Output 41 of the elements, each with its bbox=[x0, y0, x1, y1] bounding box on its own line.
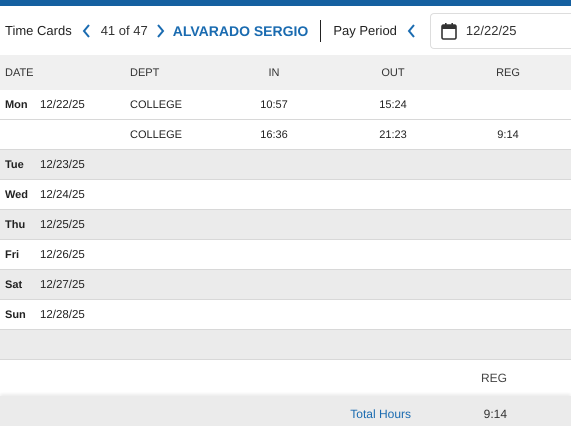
day-name: Mon bbox=[5, 98, 29, 110]
column-header: IN bbox=[268, 66, 280, 78]
page-title: Time Cards bbox=[5, 23, 72, 38]
previous-period-button[interactable] bbox=[406, 24, 416, 38]
chevron-left-icon bbox=[82, 24, 91, 38]
pay-period-label: Pay Period bbox=[333, 23, 397, 38]
time-out-cell-text: 21:23 bbox=[378, 128, 408, 140]
day-name: Sat bbox=[5, 278, 24, 290]
time-out-cell-text: 15:24 bbox=[378, 98, 408, 110]
date-cell-text: 12/23/25 bbox=[40, 158, 86, 170]
hours-cell-text: 9:14 bbox=[496, 128, 520, 140]
date-cell-text: 12/28/25 bbox=[40, 308, 86, 320]
next-button[interactable] bbox=[156, 24, 165, 38]
column-header: REG bbox=[495, 66, 521, 78]
day-name: Sun bbox=[5, 308, 27, 320]
date-cell-text: 12/25/25 bbox=[40, 218, 86, 230]
time-in-cell-text: 16:36 bbox=[259, 128, 289, 140]
day-name: Thu bbox=[5, 218, 26, 230]
day-name: Fri bbox=[5, 248, 20, 260]
day-name: Wed bbox=[5, 188, 30, 200]
previous-button[interactable] bbox=[82, 24, 91, 38]
date-cell-text: 12/22/25 bbox=[40, 98, 86, 110]
column-header: DATE bbox=[5, 66, 35, 78]
dept-cell-text: COLLEGE bbox=[130, 128, 183, 140]
time-in-cell-text: 10:57 bbox=[259, 98, 289, 110]
column-header: REG bbox=[480, 371, 507, 385]
record-counter: 41 of 47 bbox=[100, 23, 148, 38]
dept-cell-text: COLLEGE bbox=[130, 98, 183, 110]
date-field[interactable]: 12/22/25 bbox=[430, 12, 571, 48]
date-cell-text: 12/26/25 bbox=[40, 248, 86, 260]
calendar-icon bbox=[440, 22, 457, 40]
chevron-right-icon bbox=[156, 24, 165, 38]
date-cell-text: 12/24/25 bbox=[40, 188, 86, 200]
employee-name-link[interactable]: ALVARADO SERGIO bbox=[172, 22, 308, 38]
column-header: OUT bbox=[380, 66, 406, 78]
total-value: 9:14 bbox=[482, 406, 507, 420]
day-name: Tue bbox=[5, 158, 25, 170]
chevron-left-icon bbox=[406, 24, 416, 38]
date-cell-text: 12/27/25 bbox=[40, 278, 86, 290]
total-hours-link[interactable]: Total Hours bbox=[350, 406, 413, 420]
column-header: DEPT bbox=[130, 66, 160, 78]
